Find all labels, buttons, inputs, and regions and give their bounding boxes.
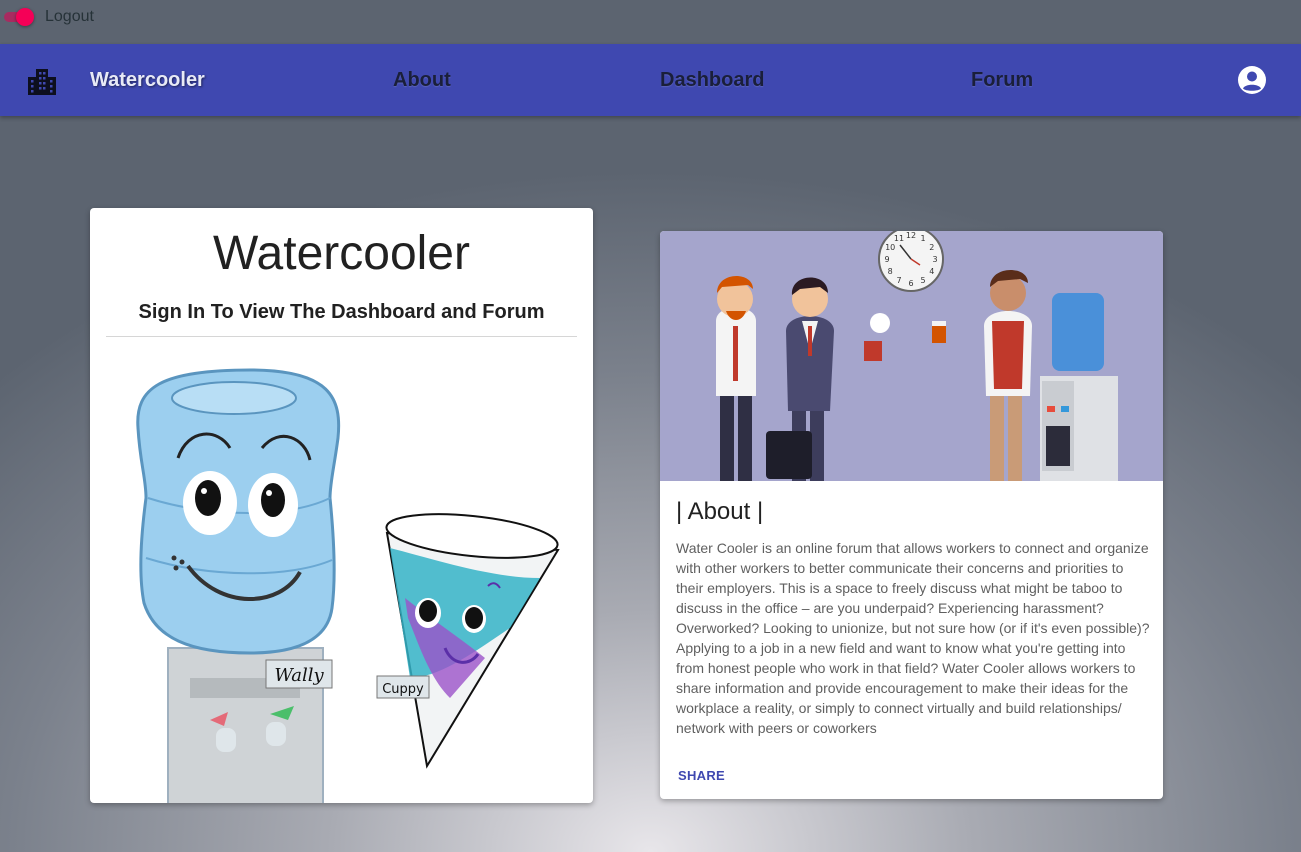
clock-number: 6 — [908, 279, 913, 288]
clock-number: 2 — [929, 243, 934, 252]
clock-number: 8 — [888, 267, 893, 276]
office-watercooler-illustration: 12 12 3 45678 9 1011 — [660, 231, 1163, 481]
clock-number: 7 — [896, 276, 901, 285]
nav-dashboard[interactable]: Dashboard — [660, 69, 764, 92]
clock-number: 5 — [920, 276, 925, 285]
logout-toggle[interactable] — [4, 8, 34, 26]
clock-number: 4 — [929, 267, 934, 276]
about-heading: | About | — [676, 498, 764, 525]
nav-forum[interactable]: Forum — [971, 69, 1033, 92]
account-circle-icon[interactable] — [1237, 65, 1267, 95]
card-subtitle: Sign In To View The Dashboard and Forum — [138, 301, 545, 323]
building-icon[interactable] — [26, 65, 58, 97]
wally-tag: Wally — [274, 665, 324, 686]
cuppy-tag: Cuppy — [382, 682, 424, 697]
app-bar: Watercooler About Dashboard Forum — [0, 44, 1301, 116]
toggle-thumb — [16, 8, 34, 26]
clock-number: 9 — [884, 255, 889, 264]
nav-about[interactable]: About — [393, 69, 451, 92]
clock-number: 12 — [906, 231, 916, 240]
card-title: Watercooler — [213, 227, 470, 280]
clock-number: 3 — [932, 255, 937, 264]
about-body: Water Cooler is an online forum that all… — [676, 540, 1150, 736]
about-card: 12 1 2 3 4 5 6 7 8 9 10 11 | About | Wat… — [660, 231, 1163, 799]
watercooler-mascot-illustration: Wally Cuppy — [136, 368, 560, 803]
sign-in-card: Watercooler Sign In To View The Dashboar… — [90, 208, 593, 803]
share-button[interactable]: SHARE — [678, 768, 725, 783]
divider — [106, 336, 577, 337]
top-strip: Logout — [0, 0, 1301, 44]
logout-label: Logout — [45, 8, 94, 25]
wall-clock-icon: 12 12 3 45678 9 1011 — [878, 231, 944, 292]
clock-number: 10 — [885, 243, 895, 252]
brand-title[interactable]: Watercooler — [90, 69, 205, 92]
clock-number: 1 — [920, 234, 925, 243]
clock-number: 11 — [894, 234, 904, 243]
